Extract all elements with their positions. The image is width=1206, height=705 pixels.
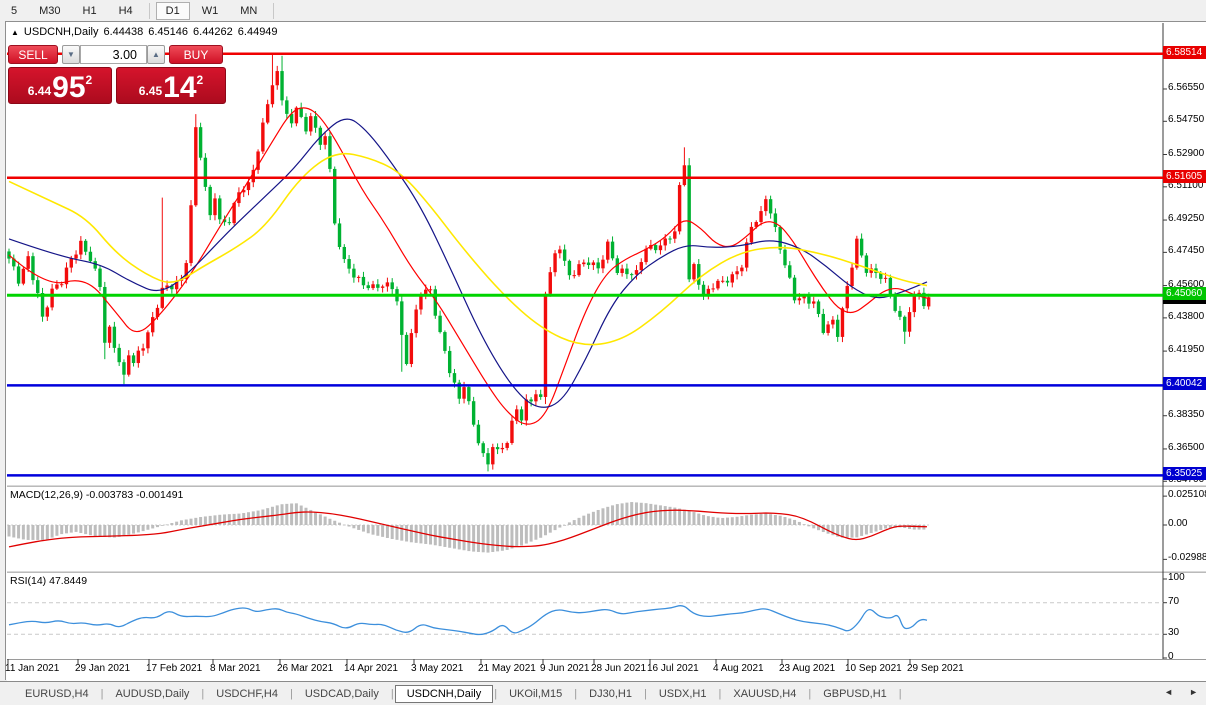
- buy-price-big: 14: [163, 75, 196, 101]
- date-label: 14 Apr 2021: [344, 663, 398, 674]
- buy-button[interactable]: BUY: [169, 45, 223, 64]
- sell-button[interactable]: SELL: [8, 45, 58, 64]
- ohlc-low: 6.44262: [193, 26, 233, 38]
- volume-input[interactable]: [80, 45, 147, 64]
- chevron-up-icon: ▲: [152, 50, 160, 59]
- chart-canvas[interactable]: [6, 22, 1206, 681]
- price-line-label: 6.40042: [1163, 377, 1206, 390]
- rsi-tick-label: 70: [1168, 596, 1179, 607]
- ohlc-open: 6.44438: [103, 26, 143, 38]
- timeframe-button-m30[interactable]: M30: [29, 2, 70, 20]
- sell-price-sup: 2: [86, 73, 93, 87]
- date-label: 29 Sep 2021: [907, 663, 964, 674]
- rsi-tick-label: 100: [1168, 572, 1185, 583]
- price-tick-label: 6.41950: [1168, 344, 1204, 355]
- collapse-icon[interactable]: ▲: [11, 28, 19, 37]
- price-tick-label: 6.52900: [1168, 148, 1204, 159]
- date-label: 10 Sep 2021: [845, 663, 902, 674]
- date-label: 17 Feb 2021: [146, 663, 202, 674]
- symbol-tabbar: EURUSD,H4|AUDUSD,Daily|USDCHF,H4|USDCAD,…: [0, 681, 1206, 705]
- rsi-pane-label: RSI(14) 47.8449: [10, 575, 87, 587]
- ohlc-high: 6.45146: [148, 26, 188, 38]
- timeframe-button-w1[interactable]: W1: [192, 2, 229, 20]
- chart-title: ▲ USDCNH,Daily 6.44438 6.45146 6.44262 6…: [11, 26, 278, 38]
- date-label: 9 Jun 2021: [540, 663, 590, 674]
- rsi-tick-label: 0: [1168, 651, 1174, 662]
- symbol-tab-ukoil[interactable]: UKOil,M15: [498, 685, 573, 703]
- tab-separator: |: [898, 688, 903, 700]
- symbol-tab-xauusd[interactable]: XAUUSD,H4: [722, 685, 807, 703]
- timeframe-toolbar: 5M30H1H4 D1W1MN: [0, 0, 1206, 21]
- date-label: 11 Jan 2021: [5, 663, 59, 674]
- rsi-tick-label: 30: [1168, 627, 1179, 638]
- macd-tick-label: 0.00: [1168, 518, 1187, 529]
- price-tick-label: 6.54750: [1168, 114, 1204, 125]
- macd-pane-label: MACD(12,26,9) -0.003783 -0.001491: [10, 489, 183, 501]
- price-tick-label: 6.56550: [1168, 82, 1204, 93]
- date-label: 29 Jan 2021: [75, 663, 130, 674]
- chevron-down-icon: ▼: [67, 50, 75, 59]
- symbol-label: USDCNH,Daily: [24, 26, 99, 38]
- buy-price-sup: 2: [197, 73, 204, 87]
- timeframe-button-d1[interactable]: D1: [156, 2, 190, 20]
- toolbar-separator: [149, 3, 150, 19]
- timeframe-button-h1[interactable]: H1: [73, 2, 107, 20]
- date-label: 26 Mar 2021: [277, 663, 333, 674]
- price-tick-label: 6.49250: [1168, 213, 1204, 224]
- timeframe-button-h4[interactable]: H4: [109, 2, 143, 20]
- volume-decrease-button[interactable]: ▼: [62, 45, 80, 64]
- toolbar-separator: [273, 3, 274, 19]
- price-line-label: 6.45060: [1163, 287, 1206, 300]
- chart-window: [5, 21, 1206, 680]
- price-tick-label: 6.38350: [1168, 409, 1204, 420]
- symbol-tab-audusd[interactable]: AUDUSD,Daily: [104, 685, 200, 703]
- price-line-label: 6.58514: [1163, 46, 1206, 59]
- one-click-trading-panel: SELL ▼ ▲ BUY 6.44 95 2 6.45 14 2: [8, 45, 227, 104]
- symbol-tab-usdx[interactable]: USDX,H1: [648, 685, 718, 703]
- scroll-left-icon[interactable]: ◄: [1164, 687, 1173, 697]
- date-label: 16 Jul 2021: [647, 663, 699, 674]
- buy-price-prefix: 6.45: [139, 84, 162, 98]
- price-line-label: 6.51605: [1163, 170, 1206, 183]
- date-label: 28 Jun 2021: [591, 663, 646, 674]
- date-label: 3 May 2021: [411, 663, 463, 674]
- timeframe-button-5[interactable]: 5: [1, 2, 27, 20]
- sell-price-big: 95: [52, 75, 85, 101]
- volume-increase-button[interactable]: ▲: [147, 45, 165, 64]
- symbol-tab-dj30[interactable]: DJ30,H1: [578, 685, 643, 703]
- buy-price-box[interactable]: 6.45 14 2: [116, 67, 226, 104]
- tabbar-scroll-arrows: ◄ ►: [1164, 687, 1198, 697]
- price-tick-label: 6.47450: [1168, 245, 1204, 256]
- macd-tick-label: 0.025108: [1168, 489, 1206, 500]
- date-label: 4 Aug 2021: [713, 663, 764, 674]
- symbol-tab-usdchf[interactable]: USDCHF,H4: [205, 685, 289, 703]
- symbol-tab-gbpusd[interactable]: GBPUSD,H1: [812, 685, 898, 703]
- macd-tick-label: -0.02988: [1168, 552, 1206, 563]
- date-label: 8 Mar 2021: [210, 663, 261, 674]
- date-label: 23 Aug 2021: [779, 663, 835, 674]
- sell-price-box[interactable]: 6.44 95 2: [8, 67, 112, 104]
- symbol-tab-eurusd[interactable]: EURUSD,H4: [14, 685, 100, 703]
- scroll-right-icon[interactable]: ►: [1189, 687, 1198, 697]
- sell-price-prefix: 6.44: [28, 84, 51, 98]
- price-tick-label: 6.36500: [1168, 442, 1204, 453]
- symbol-tab-usdcad[interactable]: USDCAD,Daily: [294, 685, 390, 703]
- platform-window: 5M30H1H4 D1W1MN ▲ USDCNH,Daily 6.44438 6.…: [0, 0, 1206, 705]
- price-line-label: 6.35025: [1163, 467, 1206, 480]
- ohlc-close: 6.44949: [238, 26, 278, 38]
- symbol-tab-usdcnh[interactable]: USDCNH,Daily: [395, 685, 494, 703]
- date-label: 21 May 2021: [478, 663, 536, 674]
- timeframe-button-mn[interactable]: MN: [230, 2, 267, 20]
- price-tick-label: 6.43800: [1168, 311, 1204, 322]
